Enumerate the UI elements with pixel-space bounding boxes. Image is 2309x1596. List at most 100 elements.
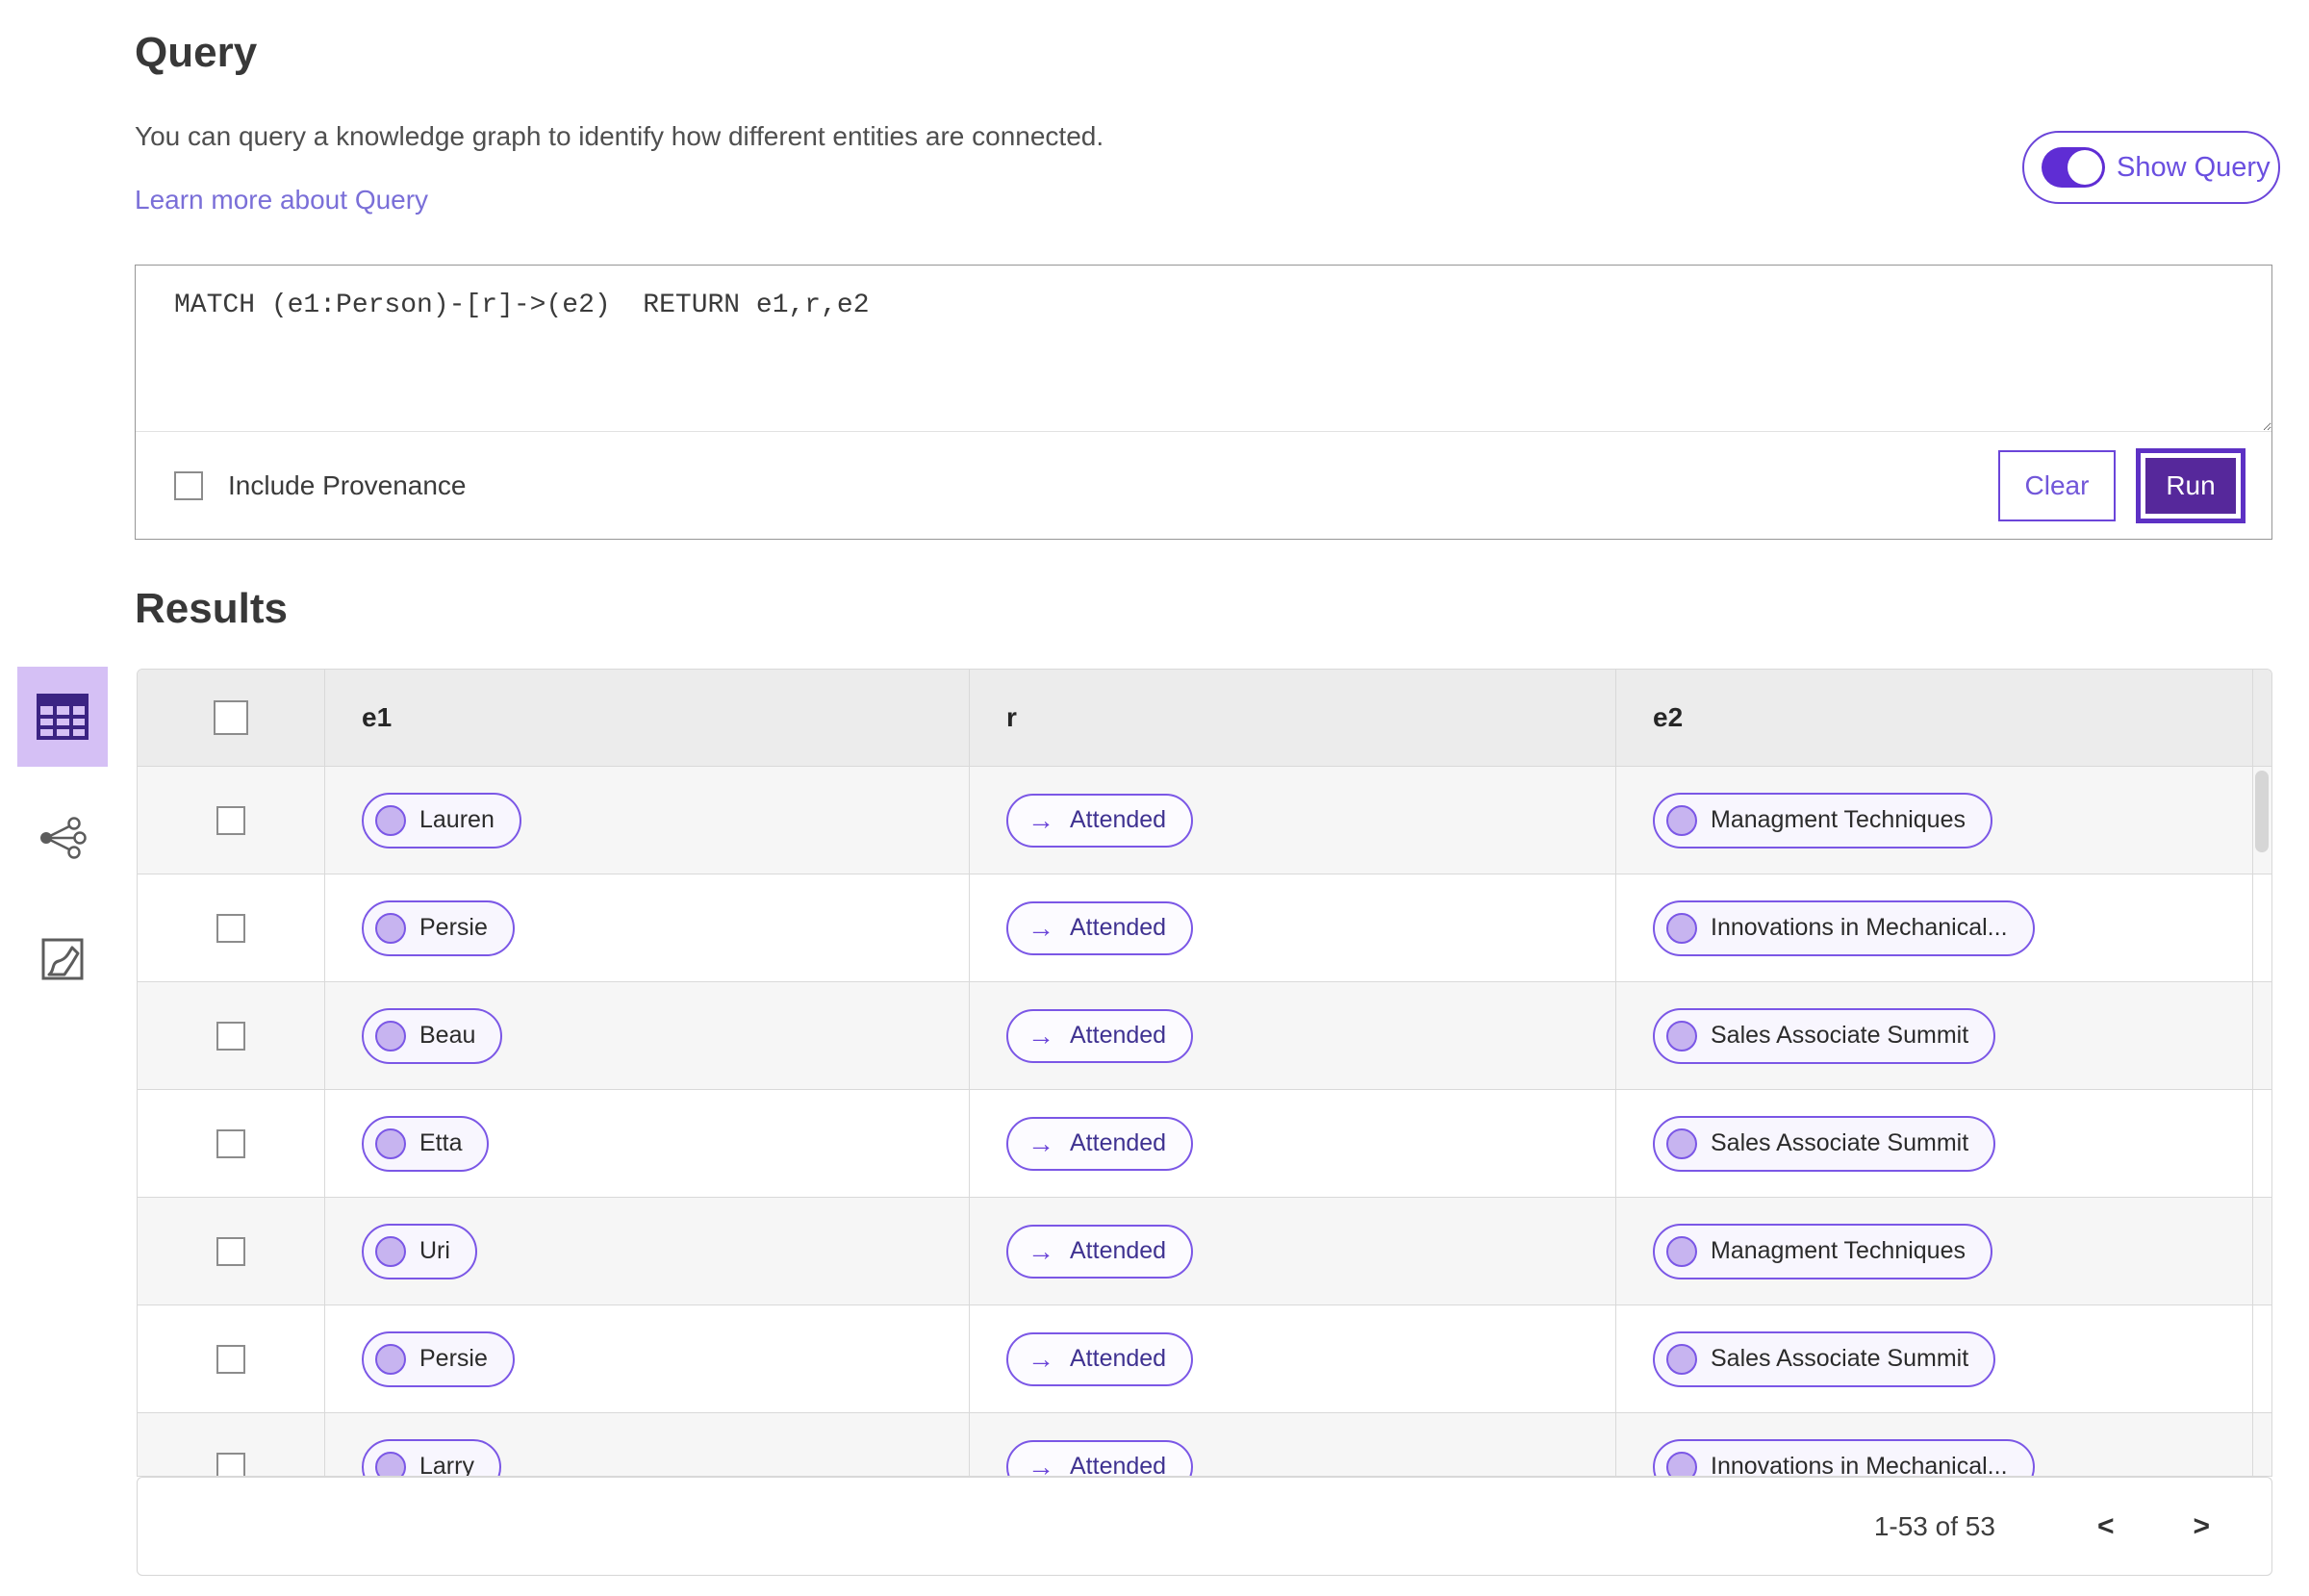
table-body: Lauren → Attended Managment Techniques P… <box>138 766 2271 1476</box>
row-e1-cell: Etta <box>325 1090 970 1197</box>
network-view-icon <box>40 817 87 859</box>
entity-node-icon <box>375 1020 406 1051</box>
result-view-switcher <box>17 667 108 1009</box>
relation-pill[interactable]: → Attended <box>1006 793 1194 848</box>
entity-node-icon <box>1666 1235 1697 1267</box>
table-header-row: e1 r e2 <box>138 670 2271 766</box>
run-button[interactable]: Run <box>2136 447 2246 523</box>
entity-pill[interactable]: Managment Techniques <box>1653 792 1992 849</box>
entity-node-icon <box>375 1451 406 1476</box>
row-checkbox-cell <box>138 1305 325 1412</box>
row-checkbox[interactable] <box>216 913 245 943</box>
row-checkbox-cell <box>138 1413 325 1476</box>
table-row: Etta → Attended Sales Associate Summit <box>138 1089 2271 1197</box>
show-query-toggle-button[interactable]: Show Query <box>2022 131 2280 204</box>
query-input[interactable]: MATCH (e1:Person)-[r]->(e2) RETURN e1,r,… <box>136 266 2271 432</box>
page-title: Query <box>135 29 258 76</box>
row-r-cell: → Attended <box>970 1090 1616 1197</box>
table-view-button[interactable] <box>17 667 108 767</box>
row-checkbox-cell <box>138 982 325 1089</box>
show-query-label: Show Query <box>2117 151 2271 183</box>
relation-pill[interactable]: → Attended <box>1006 1439 1194 1476</box>
entity-pill[interactable]: Innovations in Mechanical... <box>1653 899 2035 956</box>
pagination-range: 1-53 of 53 <box>1873 1510 1995 1541</box>
entity-node-icon <box>375 1127 406 1159</box>
entity-pill[interactable]: Uri <box>362 1223 477 1279</box>
entity-pill[interactable]: Persie <box>362 1330 515 1387</box>
row-e2-cell: Sales Associate Summit <box>1616 1090 2271 1197</box>
clear-button[interactable]: Clear <box>1998 449 2116 521</box>
row-r-cell: → Attended <box>970 767 1616 874</box>
table-row: Persie → Attended Innovations in Mechani… <box>138 874 2271 981</box>
entity-node-icon <box>1666 1343 1697 1375</box>
row-checkbox[interactable] <box>216 1236 245 1266</box>
learn-more-link[interactable]: Learn more about Query <box>135 185 428 215</box>
entity-pill[interactable]: Beau <box>362 1007 503 1064</box>
chevron-left-icon[interactable]: < <box>2082 1501 2130 1553</box>
row-checkbox-cell <box>138 1198 325 1305</box>
arrow-right-icon: → <box>1028 804 1054 835</box>
chevron-right-icon[interactable]: > <box>2177 1501 2225 1553</box>
row-checkbox[interactable] <box>216 1344 245 1374</box>
scrollbar-thumb[interactable] <box>2255 771 2269 852</box>
row-r-cell: → Attended <box>970 1198 1616 1305</box>
entity-node-icon <box>1666 1020 1697 1051</box>
row-checkbox[interactable] <box>216 805 245 835</box>
arrow-right-icon: → <box>1028 1127 1054 1158</box>
entity-node-icon <box>1666 1451 1697 1476</box>
row-r-cell: → Attended <box>970 982 1616 1089</box>
entity-pill[interactable]: Persie <box>362 899 515 956</box>
entity-pill[interactable]: Sales Associate Summit <box>1653 1007 1996 1064</box>
relation-pill[interactable]: → Attended <box>1006 1008 1194 1063</box>
include-provenance-checkbox[interactable] <box>174 470 203 500</box>
map-view-button[interactable] <box>17 909 108 1009</box>
toggle-knob <box>2068 150 2102 185</box>
table-row: Uri → Attended Managment Techniques <box>138 1197 2271 1305</box>
network-view-button[interactable] <box>17 788 108 888</box>
entity-pill[interactable]: Sales Associate Summit <box>1653 1115 1996 1172</box>
column-header-e2[interactable]: e2 <box>1616 670 2271 766</box>
table-row: Larry → Attended Innovations in Mechanic… <box>138 1412 2271 1476</box>
table-row: Persie → Attended Sales Associate Summit <box>138 1305 2271 1412</box>
arrow-right-icon: → <box>1028 912 1054 943</box>
pagination-bar: 1-53 of 53 < > <box>137 1477 2272 1576</box>
header-checkbox-cell <box>138 670 325 766</box>
table-row: Beau → Attended Sales Associate Summit <box>138 981 2271 1089</box>
row-e1-cell: Persie <box>325 1305 970 1412</box>
row-e1-cell: Lauren <box>325 767 970 874</box>
row-r-cell: → Attended <box>970 874 1616 981</box>
row-checkbox[interactable] <box>216 1452 245 1476</box>
relation-pill[interactable]: → Attended <box>1006 1116 1194 1171</box>
toggle-on-icon[interactable] <box>2042 147 2105 188</box>
relation-pill[interactable]: → Attended <box>1006 1331 1194 1386</box>
entity-pill[interactable]: Lauren <box>362 792 521 849</box>
row-e2-cell: Managment Techniques <box>1616 767 2271 874</box>
select-all-checkbox[interactable] <box>214 700 248 735</box>
entity-pill[interactable]: Etta <box>362 1115 490 1172</box>
relation-pill[interactable]: → Attended <box>1006 900 1194 955</box>
row-checkbox-cell <box>138 1090 325 1197</box>
row-e2-cell: Sales Associate Summit <box>1616 1305 2271 1412</box>
include-provenance-label: Include Provenance <box>228 469 467 500</box>
column-header-e1[interactable]: e1 <box>325 670 970 766</box>
row-e1-cell: Uri <box>325 1198 970 1305</box>
column-header-r[interactable]: r <box>970 670 1616 766</box>
entity-pill[interactable]: Larry <box>362 1438 501 1476</box>
entity-pill[interactable]: Managment Techniques <box>1653 1223 1992 1279</box>
table-view-icon <box>37 694 89 740</box>
row-e1-cell: Larry <box>325 1413 970 1476</box>
entity-pill[interactable]: Sales Associate Summit <box>1653 1330 1996 1387</box>
entity-node-icon <box>375 804 406 836</box>
results-table: e1 r e2 Lauren → Attended Managment Tech… <box>137 669 2272 1477</box>
query-editor-panel: MATCH (e1:Person)-[r]->(e2) RETURN e1,r,… <box>135 265 2272 540</box>
entity-pill[interactable]: Innovations in Mechanical... <box>1653 1438 2035 1476</box>
row-checkbox-cell <box>138 874 325 981</box>
relation-pill[interactable]: → Attended <box>1006 1224 1194 1279</box>
row-e1-cell: Beau <box>325 982 970 1089</box>
row-checkbox[interactable] <box>216 1021 245 1051</box>
query-footer: Include Provenance Clear Run <box>136 432 2271 539</box>
entity-node-icon <box>375 1235 406 1267</box>
entity-node-icon <box>1666 912 1697 944</box>
row-checkbox[interactable] <box>216 1128 245 1158</box>
table-scrollbar[interactable] <box>2252 670 2271 1476</box>
